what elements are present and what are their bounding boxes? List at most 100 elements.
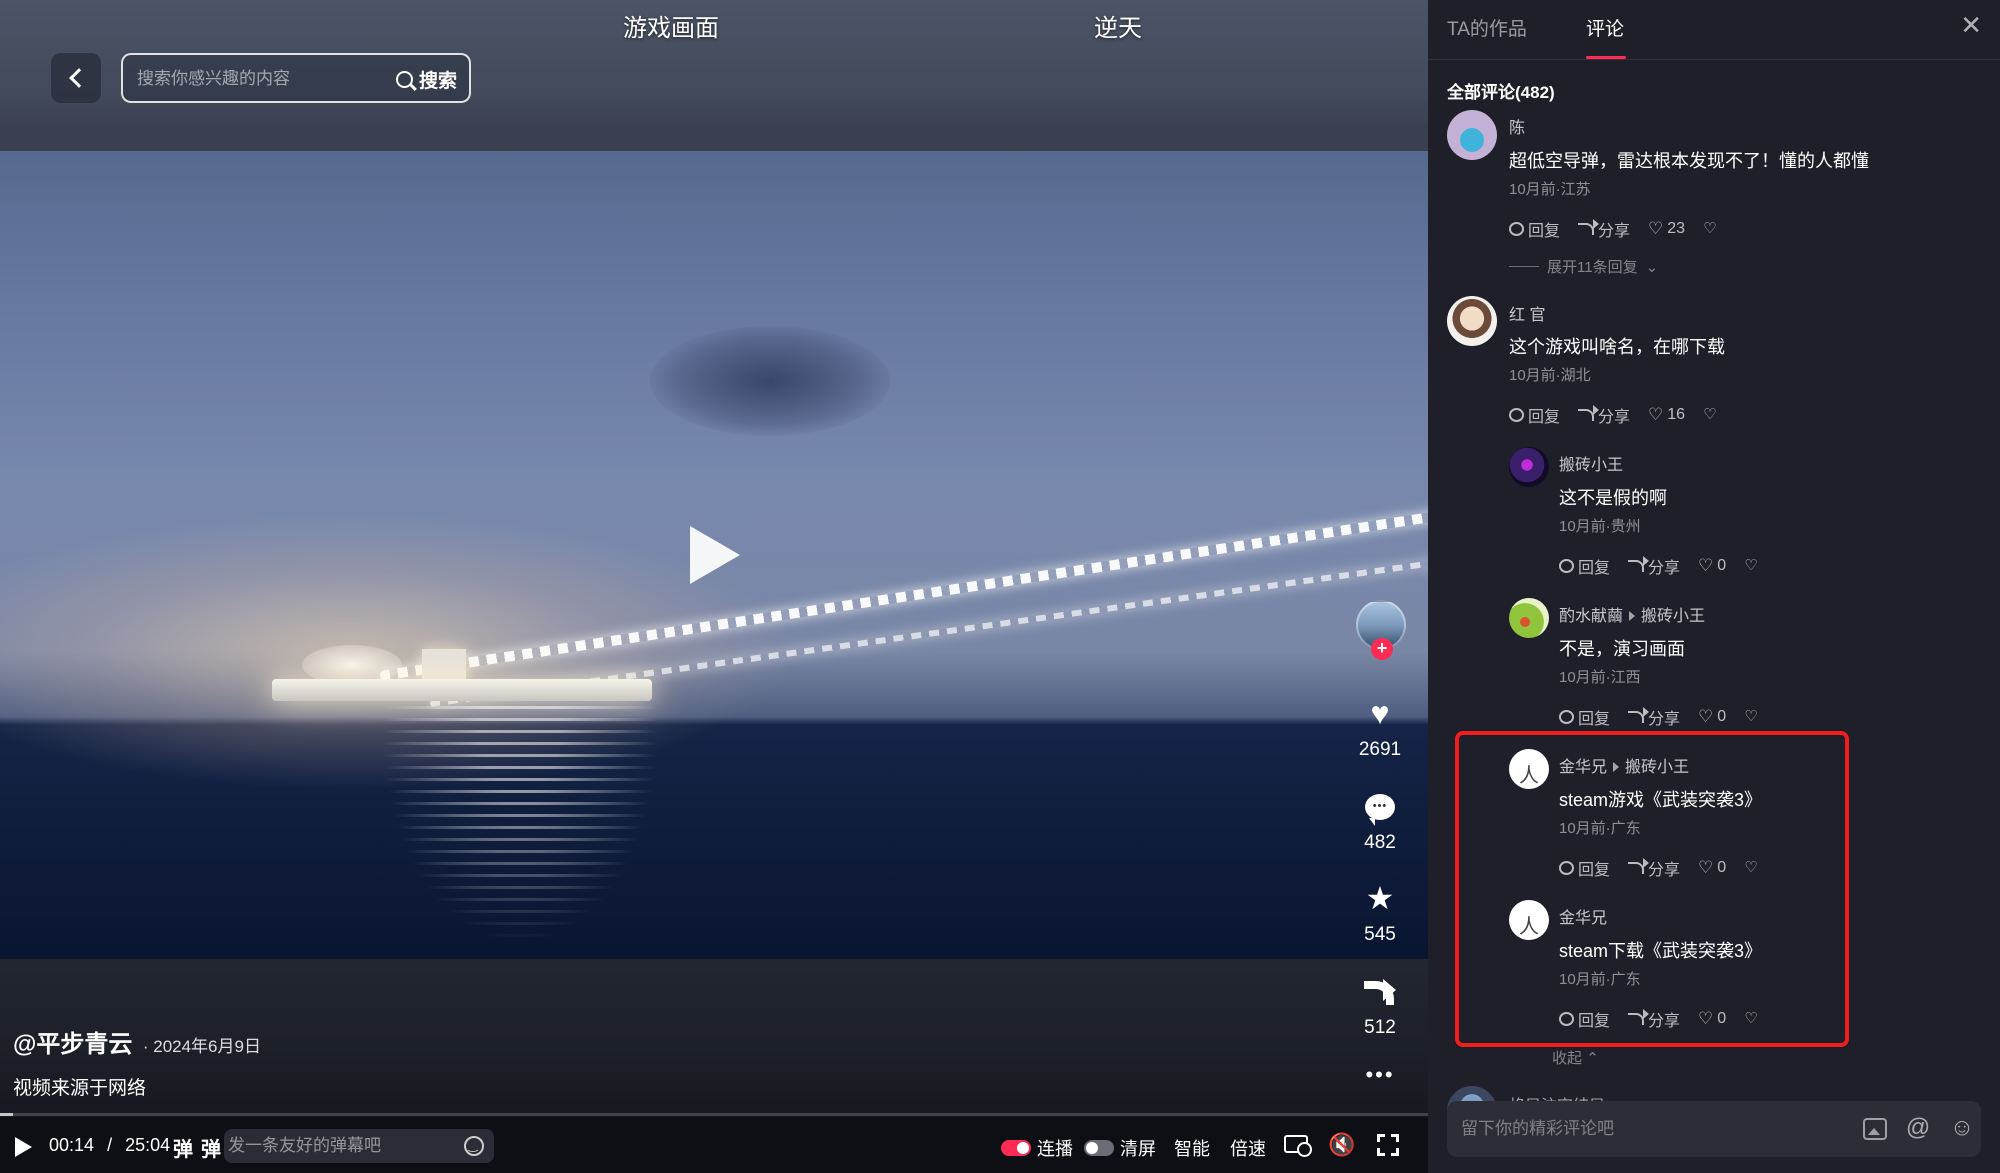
reply-icon — [1559, 710, 1574, 724]
share-button[interactable]: 512 — [1352, 973, 1408, 1039]
chevron-up-icon: ⌃ — [1586, 1050, 1599, 1067]
video-caption: @平步青云 · 2024年6月9日 视频来源于网络 — [13, 1024, 1013, 1100]
search-icon — [395, 70, 413, 88]
reply-button[interactable]: 回复 — [1559, 705, 1610, 729]
post-date: · 2024年6月9日 — [142, 1037, 261, 1056]
dislike-button[interactable]: ♡ — [1703, 221, 1716, 237]
dislike-button[interactable]: ♡ — [1744, 558, 1757, 574]
comment-actions: 回复 分享 ♡ 23 ♡ — [1509, 217, 1717, 241]
comment-input[interactable] — [1461, 1117, 1841, 1141]
follow-plus-icon[interactable]: + — [1371, 638, 1393, 660]
danmu-toggle-icon[interactable]: 弹 — [173, 1133, 193, 1162]
play-icon-large[interactable] — [690, 526, 740, 584]
dislike-icon: ♡ — [1703, 406, 1717, 423]
time-display: 00:14 / 25:04 — [49, 1135, 170, 1156]
comment-bubble-icon — [1365, 794, 1395, 826]
progress-bar[interactable] — [0, 1113, 1428, 1116]
mention-icon[interactable]: @ — [1905, 1115, 1931, 1141]
reply-icon — [1509, 222, 1524, 236]
heart-outline-icon: ♡ — [1648, 405, 1664, 424]
clear-screen-toggle[interactable]: 清屏 — [1084, 1135, 1156, 1161]
mute-icon[interactable]: 🔇 — [1328, 1132, 1355, 1158]
like-button[interactable]: ♥ 2691 — [1352, 695, 1408, 761]
reply-button[interactable]: 回复 — [1509, 217, 1560, 241]
play-icon[interactable] — [15, 1137, 32, 1157]
comments-panel: TA的作品 评论 ✕ 全部评论(482) 陈 超低空导弹，雷达根本发现不了！懂的… — [1428, 0, 2000, 1173]
top-tab-awesome[interactable]: 逆天 — [1094, 8, 1142, 43]
comment-username[interactable]: 搬砖小王 — [1559, 451, 1623, 475]
clear-screen-switch[interactable] — [1084, 1140, 1114, 1156]
share-comment-button[interactable]: 分享 — [1628, 705, 1680, 729]
picture-in-picture-icon[interactable] — [1284, 1135, 1312, 1157]
comment-text: 不是，演习画面 — [1559, 639, 1685, 659]
video-top-tabs: 游戏画面 逆天 — [0, 8, 1428, 44]
avatar[interactable] — [1509, 447, 1549, 487]
expand-replies-button[interactable]: 展开11条回复 ⌄ — [1509, 256, 1658, 277]
reply-button[interactable]: 回复 — [1559, 554, 1610, 578]
dislike-button[interactable]: ♡ — [1744, 709, 1757, 725]
collapse-replies-button[interactable]: 收起 ⌃ — [1552, 1047, 1599, 1068]
danmu-input-box[interactable] — [224, 1129, 494, 1163]
avatar[interactable] — [1509, 598, 1549, 638]
share-comment-button[interactable]: 分享 — [1578, 217, 1630, 241]
search-box[interactable]: 搜索 — [121, 53, 471, 103]
total-duration: 25:04 — [125, 1135, 171, 1155]
comment-button[interactable]: 482 — [1352, 788, 1408, 854]
like-comment-button[interactable]: ♡ 23 — [1648, 220, 1685, 238]
comment-total: 全部评论(482) — [1447, 83, 1555, 102]
current-time: 00:14 — [49, 1135, 95, 1155]
comment-input-box[interactable]: @ ☺ — [1447, 1101, 1981, 1157]
chevron-left-icon — [69, 68, 89, 88]
comment-actions: 回复 分享 ♡ 0 ♡ — [1559, 554, 1758, 578]
fullscreen-icon[interactable] — [1377, 1134, 1399, 1156]
danmu-input[interactable] — [228, 1135, 448, 1157]
heart-outline-icon: ♡ — [1698, 707, 1714, 726]
heart-outline-icon: ♡ — [1698, 556, 1714, 575]
favorite-button[interactable]: ★ 545 — [1352, 880, 1408, 946]
comment-count: 482 — [1364, 832, 1396, 853]
back-button[interactable] — [51, 53, 101, 103]
active-tab-indicator — [1586, 56, 1626, 59]
top-tab-game-footage[interactable]: 游戏画面 — [623, 8, 719, 43]
reply-icon — [1559, 559, 1574, 573]
clear-screen-label: 清屏 — [1120, 1139, 1156, 1159]
comment-meta: 10月前·江西 — [1559, 669, 1641, 686]
danmu-settings-icon[interactable]: 弹 — [201, 1133, 221, 1162]
emoji-icon[interactable] — [464, 1136, 484, 1156]
search-button[interactable]: 搜索 — [395, 65, 457, 93]
author-name[interactable]: @平步青云 — [13, 1031, 132, 1058]
dislike-icon: ♡ — [1744, 557, 1758, 574]
search-input[interactable] — [137, 67, 377, 91]
comment-username[interactable]: 陈 — [1509, 114, 1525, 138]
video-player-area[interactable]: 游戏画面 逆天 搜索 + ♥ 2691 482 ★ — [0, 0, 1428, 1173]
autoplay-switch[interactable] — [1001, 1140, 1031, 1156]
image-icon[interactable] — [1863, 1118, 1887, 1140]
share-comment-button[interactable]: 分享 — [1628, 554, 1680, 578]
comment-meta: 10月前·贵州 — [1559, 518, 1641, 535]
share-comment-button[interactable]: 分享 — [1578, 403, 1630, 427]
like-comment-button[interactable]: ♡ 0 — [1698, 557, 1726, 575]
close-icon[interactable]: ✕ — [1960, 12, 1982, 38]
like-comment-button[interactable]: ♡ 0 — [1698, 708, 1726, 726]
emoji-icon[interactable]: ☺ — [1949, 1115, 1975, 1141]
autoplay-toggle[interactable]: 连播 — [1001, 1135, 1073, 1161]
tab-author-works[interactable]: TA的作品 — [1447, 14, 1527, 41]
video-description: 视频来源于网络 — [13, 1078, 147, 1099]
more-options-icon[interactable]: ••• — [1352, 1062, 1408, 1088]
tab-comments[interactable]: 评论 — [1586, 14, 1624, 41]
comment-username[interactable]: 红 官 — [1509, 301, 1545, 325]
speed-button[interactable]: 倍速 — [1230, 1135, 1266, 1161]
progress-fill — [0, 1113, 14, 1116]
water-reflection — [380, 706, 660, 946]
dislike-button[interactable]: ♡ — [1703, 407, 1716, 423]
reply-target[interactable]: 搬砖小王 — [1641, 608, 1705, 625]
smart-button[interactable]: 智能 — [1174, 1135, 1210, 1161]
reply-author[interactable]: 酌水献繭 — [1559, 608, 1623, 625]
reply-button[interactable]: 回复 — [1509, 403, 1560, 427]
like-comment-button[interactable]: ♡ 16 — [1648, 406, 1685, 424]
smoke-cloud — [650, 326, 890, 436]
avatar[interactable] — [1447, 110, 1497, 160]
warship — [272, 645, 652, 701]
avatar[interactable] — [1447, 296, 1497, 346]
player-controls: 00:14 / 25:04 弹 弹 连播 清屏 智能 倍速 — [0, 1117, 1428, 1173]
